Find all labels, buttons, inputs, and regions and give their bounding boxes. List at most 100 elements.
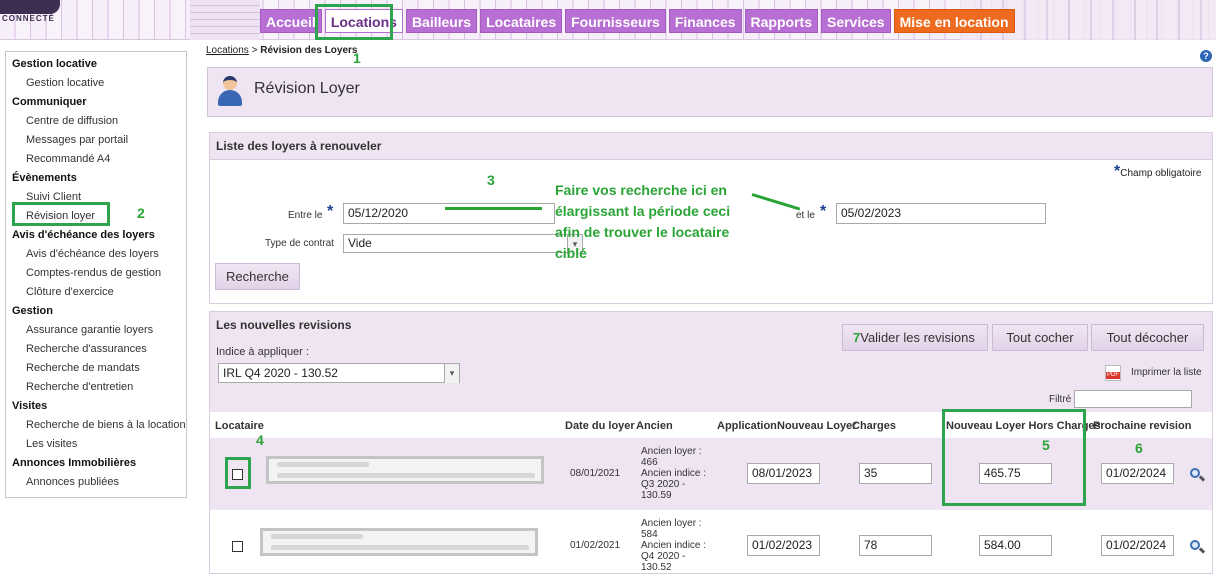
tenant-name-redacted (266, 456, 544, 484)
rent-date: 08/01/2021 (570, 468, 621, 479)
old-index-value: 130.59 (641, 490, 672, 501)
rent-date: 01/02/2021 (570, 540, 621, 551)
tenant-name-redacted (260, 528, 538, 556)
magnifier-icon[interactable] (1190, 468, 1206, 482)
old-index-label: Ancien indice : (641, 468, 707, 479)
search-button[interactable]: Recherche (215, 263, 300, 290)
old-index-label: Ancien indice : (641, 540, 707, 551)
header-decoration (190, 0, 260, 40)
annotation-number-3: 3 (487, 172, 495, 188)
breadcrumb-separator: > (248, 45, 261, 56)
annotation-number-6: 6 (1135, 440, 1143, 456)
pdf-icon[interactable]: PDF (1105, 365, 1121, 381)
tab-rapports[interactable]: Rapports (744, 9, 818, 33)
page-title: Révision Loyer (254, 80, 360, 97)
highlight-row-checkbox (225, 457, 251, 489)
from-date-label: Entre le (288, 210, 323, 221)
chevron-down-icon: ▾ (444, 364, 459, 383)
contract-type-select[interactable]: Vide ▾ (343, 234, 583, 254)
sidebar-item-les-visites[interactable]: Les visites (6, 437, 186, 456)
next-revision-input[interactable]: 01/02/2024 (1101, 463, 1174, 484)
application-date-input[interactable]: 08/01/2023 (747, 463, 820, 484)
old-index-quarter: Q4 2020 - (641, 551, 686, 562)
column-header-rent-date: Date du loyer (565, 420, 635, 432)
sidebar-item-gestion-locative[interactable]: Gestion locative (6, 76, 186, 95)
sidebar-item-annonces-publiees[interactable]: Annonces publiées (6, 475, 186, 494)
sidebar-item-comptes-rendus[interactable]: Comptes-rendus de gestion (6, 266, 186, 285)
magnifier-icon[interactable] (1190, 540, 1206, 554)
validate-revisions-button[interactable]: 7Valider les revisions (842, 324, 988, 351)
old-rent-value: 584 (641, 529, 658, 540)
from-date-required-icon: * (327, 203, 334, 220)
sidebar-item-assurance-garantie[interactable]: Assurance garantie loyers (6, 323, 186, 342)
contract-type-label: Type de contrat (265, 238, 334, 249)
sidebar-item-avis-echeance[interactable]: Avis d'échéance des loyers (6, 247, 186, 266)
column-header-old: Ancien (636, 420, 673, 432)
highlight-locations-tab (315, 4, 393, 40)
sidebar-item-centre-diffusion[interactable]: Centre de diffusion (6, 114, 186, 133)
filter-label: Filtré (1049, 394, 1072, 405)
tab-finances[interactable]: Finances (668, 9, 742, 33)
sidebar: Gestion locative Gestion locative Commun… (5, 51, 187, 498)
check-all-button[interactable]: Tout cocher (992, 324, 1088, 351)
sidebar-group-avis-echeance: Avis d'échéance des loyers (12, 229, 155, 241)
required-note-text: Champ obligatoire (1120, 168, 1202, 179)
to-date-label: et le (796, 210, 815, 221)
breadcrumb: Locations > Révision des Loyers (206, 45, 357, 56)
old-index-value: 130.52 (641, 562, 672, 573)
index-select[interactable]: IRL Q4 2020 - 130.52 ▾ (218, 363, 460, 383)
page-title-panel: Révision Loyer (207, 67, 1213, 117)
column-header-charges: Charges (852, 420, 897, 432)
to-date-required-icon: * (820, 203, 827, 220)
application-date-input[interactable]: 01/02/2023 (747, 535, 820, 556)
annotation-number-2: 2 (137, 205, 145, 221)
validate-revisions-label: Valider les revisions (860, 330, 975, 345)
contract-type-value: Vide (348, 236, 372, 250)
required-note: *Champ obligatoire (1114, 163, 1201, 181)
charges-input[interactable]: 35 (859, 463, 932, 484)
annotation-note: Faire vos recherche ici en élargissant l… (555, 182, 731, 261)
column-header-application: Application (717, 420, 777, 432)
sidebar-group-gestion: Gestion (12, 305, 53, 317)
tab-mise-en-location[interactable]: Mise en location (893, 9, 1015, 33)
filter-input[interactable] (1074, 390, 1192, 408)
sidebar-group-evenements: Évènements (12, 172, 77, 184)
column-header-tenant: Locataire (215, 420, 264, 432)
sidebar-item-messages-portail[interactable]: Messages par portail (6, 133, 186, 152)
help-icon[interactable]: ? (1200, 50, 1212, 62)
breadcrumb-current: Révision des Loyers (260, 45, 358, 56)
tab-accueil[interactable]: Accueil (260, 9, 322, 33)
old-index-quarter: Q3 2020 - (641, 479, 686, 490)
row-checkbox[interactable] (232, 541, 243, 552)
charges-input[interactable]: 78 (859, 535, 932, 556)
sidebar-item-cloture-exercice[interactable]: Clôture d'exercice (6, 285, 186, 304)
sidebar-item-recherche-biens[interactable]: Recherche de biens à la location (6, 418, 186, 437)
tab-fournisseurs[interactable]: Fournisseurs (565, 9, 666, 33)
sidebar-item-recherche-assurances[interactable]: Recherche d'assurances (6, 342, 186, 361)
search-panel-title: Liste des loyers à renouveler (210, 133, 1212, 160)
old-rent-value: 466 (641, 457, 658, 468)
top-header: CONNECTÉ Accueil Locations Bailleurs Loc… (0, 0, 1216, 40)
new-rent-excl-input[interactable]: 584.00 (979, 535, 1052, 556)
highlight-new-rent-column (942, 409, 1086, 506)
print-list-link[interactable]: Imprimer la liste (1131, 367, 1202, 378)
sidebar-item-recommande-a4[interactable]: Recommandé A4 (6, 152, 186, 171)
tab-bailleurs[interactable]: Bailleurs (405, 9, 478, 33)
logo[interactable] (0, 0, 60, 14)
column-header-next-revision: Prochaine revision (1093, 420, 1192, 432)
sidebar-group-communiquer: Communiquer (12, 96, 87, 108)
sidebar-group-visites: Visites (12, 400, 48, 412)
sidebar-item-recherche-mandats[interactable]: Recherche de mandats (6, 361, 186, 380)
tab-services[interactable]: Services (820, 9, 891, 33)
sidebar-group-annonces: Annonces Immobilières (12, 457, 137, 469)
to-date-input[interactable]: 05/02/2023 (836, 203, 1046, 224)
breadcrumb-link-locations[interactable]: Locations (206, 45, 249, 56)
annotation-number-5: 5 (1042, 437, 1050, 453)
tab-locataires[interactable]: Locataires (480, 9, 563, 33)
sidebar-item-recherche-entretien[interactable]: Recherche d'entretien (6, 380, 186, 399)
old-rent-label: Ancien loyer : (641, 446, 702, 457)
uncheck-all-button[interactable]: Tout décocher (1091, 324, 1204, 351)
column-header-new-rent: Nouveau Loyer (777, 420, 857, 432)
index-value: IRL Q4 2020 - 130.52 (223, 366, 338, 380)
next-revision-input[interactable]: 01/02/2024 (1101, 535, 1174, 556)
